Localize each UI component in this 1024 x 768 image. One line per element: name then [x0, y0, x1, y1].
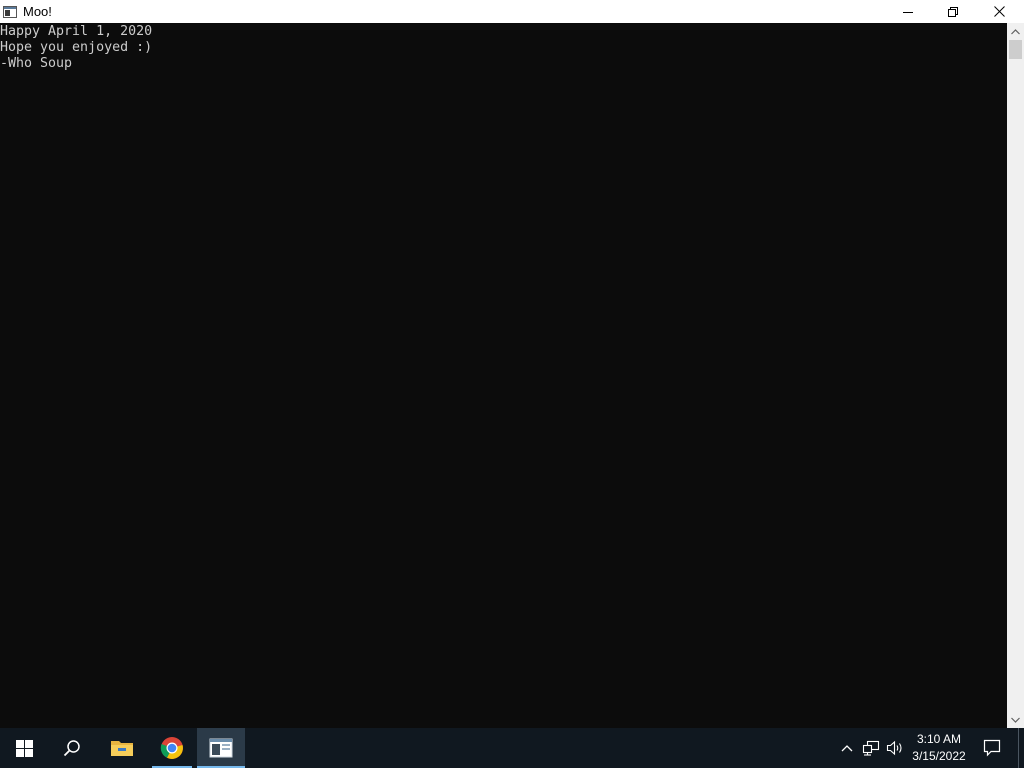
- taskbar: 3:10 AM 3/15/2022: [0, 728, 1024, 768]
- arrow-up-icon: [1011, 28, 1020, 34]
- file-explorer-button[interactable]: [98, 728, 146, 768]
- close-button[interactable]: [976, 0, 1022, 23]
- window-title: Moo!: [23, 4, 52, 19]
- restore-icon: [948, 6, 958, 17]
- search-button[interactable]: [48, 728, 96, 768]
- show-hidden-icons-button[interactable]: [836, 728, 858, 768]
- app-window-icon: [2, 4, 18, 20]
- minimize-icon: [903, 11, 913, 13]
- chevron-up-icon: [841, 745, 853, 752]
- clock-date: 3/15/2022: [912, 749, 966, 763]
- title-bar[interactable]: Moo!: [0, 0, 1024, 23]
- windows-logo-icon: [15, 739, 33, 757]
- console-app-button[interactable]: [197, 728, 245, 768]
- network-icon: [862, 740, 880, 756]
- console-window-icon: [209, 738, 233, 758]
- console-line: -Who Soup: [0, 56, 73, 71]
- scroll-up-button[interactable]: [1007, 23, 1024, 40]
- console-line: Happy April 1, 2020: [0, 24, 153, 39]
- arrow-down-icon: [1011, 717, 1020, 723]
- close-icon: [993, 6, 1005, 17]
- chrome-icon: [160, 737, 183, 759]
- scroll-down-button[interactable]: [1007, 711, 1024, 728]
- start-button[interactable]: [0, 728, 48, 768]
- notification-icon: [983, 739, 1001, 757]
- network-tray-button[interactable]: [860, 728, 882, 768]
- chrome-button[interactable]: [148, 728, 196, 768]
- restore-button[interactable]: [930, 0, 976, 23]
- console-line: Hope you enjoyed :): [0, 40, 153, 55]
- volume-tray-button[interactable]: [884, 728, 906, 768]
- clock-time: 3:10 AM: [916, 732, 962, 746]
- folder-icon: [111, 741, 133, 756]
- volume-icon: [886, 740, 902, 756]
- search-icon: [63, 740, 80, 757]
- console-output[interactable]: Happy April 1, 2020 Hope you enjoyed :) …: [0, 23, 1007, 728]
- minimize-button[interactable]: [885, 0, 931, 23]
- taskbar-clock[interactable]: 3:10 AM 3/15/2022: [906, 728, 972, 768]
- show-desktop-button[interactable]: [1018, 728, 1024, 768]
- vertical-scrollbar[interactable]: [1007, 23, 1024, 728]
- action-center-button[interactable]: [972, 728, 1012, 768]
- scrollbar-thumb[interactable]: [1009, 40, 1022, 59]
